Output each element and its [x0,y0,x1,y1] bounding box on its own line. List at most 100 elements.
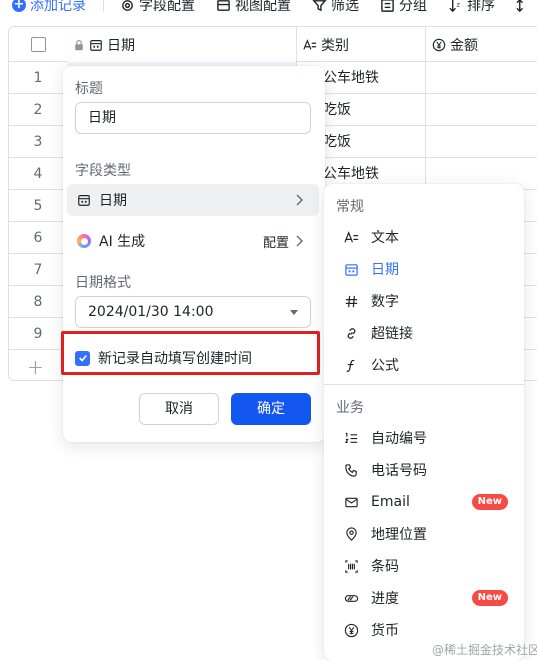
caret-down-icon [290,310,298,315]
title-input[interactable]: 日期 [75,102,311,134]
field-type-selector[interactable]: 日期 [67,184,319,216]
currency-icon [432,38,446,51]
amount-cell[interactable] [426,94,537,126]
chevron-right-icon [296,235,303,247]
option-label: 超链接 [371,326,413,342]
column-header-date[interactable]: 日期 [67,27,297,62]
auto-number-icon [344,431,358,443]
row-number: 3 [33,134,43,150]
group-general-label: 常规 [336,199,364,215]
amount-cell[interactable] [426,62,537,94]
group-button[interactable]: 分组 [380,0,427,14]
option-label: 自动编号 [371,431,427,447]
view-icon [217,0,230,11]
row-number: 2 [33,102,43,118]
hash-icon [345,295,358,307]
group-business-label: 业务 [336,400,364,416]
formula-icon [346,359,355,372]
progress-icon [344,594,359,602]
annotation-highlight-box [61,331,320,375]
option-label: Email [371,494,410,510]
plus-circle-icon: + [12,0,26,12]
ai-config-link[interactable]: 配置 [263,232,289,251]
row-number: 9 [33,326,43,342]
cancel-button[interactable]: 取消 [139,393,219,425]
ai-icon [77,234,91,248]
type-option-barcode[interactable]: 条码 [328,550,520,582]
type-option-location[interactable]: 地理位置 [328,518,520,550]
select-all-cell [9,27,67,62]
option-label: 条码 [371,559,399,575]
barcode-icon [345,559,358,573]
group-label: 分组 [399,0,427,14]
ai-generate-label: AI 生成 [99,234,146,250]
text-icon [344,230,359,242]
add-record-label: 添加记录 [30,0,86,14]
row-number: 8 [33,294,43,310]
view-config-button[interactable]: 视图配置 [216,0,291,14]
field-config-button[interactable]: 字段配置 [120,0,195,14]
view-config-label: 视图配置 [235,0,291,14]
sort-label: 排序 [467,0,495,14]
option-label: 货币 [371,623,399,639]
field-type-label: 字段类型 [75,163,131,179]
svg-text:z: z [456,0,460,8]
date-format-label: 日期格式 [75,275,131,291]
phone-icon [345,463,357,477]
type-option-date[interactable]: 日期 [328,253,520,285]
type-option-formula[interactable]: 公式 [328,349,520,381]
lock-icon [75,39,83,50]
option-label: 日期 [371,262,399,278]
row-number: 1 [33,70,43,86]
text-icon [303,38,317,50]
group-divider [324,384,524,385]
group-icon [381,0,394,12]
watermark: @稀土掘金技术社区 [432,643,537,657]
sort-button[interactable]: z 排序 [448,0,495,14]
row-number: 4 [33,166,43,182]
more-toolbar-button[interactable] [516,0,531,14]
option-label: 电话号码 [371,463,427,479]
type-option-auto-number[interactable]: 自动编号 [328,422,520,454]
row-number: 5 [33,198,43,214]
calendar-icon [90,39,102,51]
type-option-progress[interactable]: 进度 New [328,582,520,614]
toolbar-divider [103,0,104,12]
gear-icon [122,0,133,11]
type-option-link[interactable]: 超链接 [328,317,520,349]
ai-generate-row[interactable]: AI 生成 配置 [67,225,319,257]
mail-icon [345,497,358,507]
option-label: 公式 [371,358,399,374]
currency-icon [344,623,359,637]
sort-icon: z [449,0,460,12]
location-icon [346,526,357,541]
new-badge: New [471,494,508,510]
confirm-button[interactable]: 确定 [231,393,311,425]
calendar-icon [78,195,90,206]
type-option-phone[interactable]: 电话号码 [328,454,520,486]
type-option-email[interactable]: Email New [328,486,520,518]
new-badge: New [471,590,508,606]
type-option-text[interactable]: 文本 [328,221,520,253]
toolbar: + 添加记录 字段配置 视图配置 筛选 分组 z 排序 [0,0,537,14]
row-height-icon [516,0,524,12]
link-icon [347,327,356,339]
column-header-amount[interactable]: 金额 [426,27,537,62]
select-all-checkbox[interactable] [30,37,46,52]
filter-button[interactable]: 筛选 [312,0,359,14]
plus-icon: + [27,355,44,379]
option-label: 数字 [371,294,399,310]
date-format-select[interactable]: 2024/01/30 14:00 [75,296,311,328]
grid-header: 日期 类别 金额 [9,27,537,62]
type-option-number[interactable]: 数字 [328,285,520,317]
add-record-button[interactable]: + 添加记录 [12,0,86,14]
calendar-icon [345,263,358,276]
filter-label: 筛选 [331,0,359,14]
option-label: 文本 [371,230,399,246]
column-header-label: 金额 [450,37,478,54]
column-header-label: 日期 [107,37,135,54]
field-config-popup: 标题 日期 字段类型 日期 AI 生成 配置 日期格式 2024/01/30 1… [63,66,325,442]
column-header-category[interactable]: 类别 [297,27,426,62]
date-format-value: 2024/01/30 14:00 [88,304,214,320]
amount-cell[interactable] [426,126,537,158]
